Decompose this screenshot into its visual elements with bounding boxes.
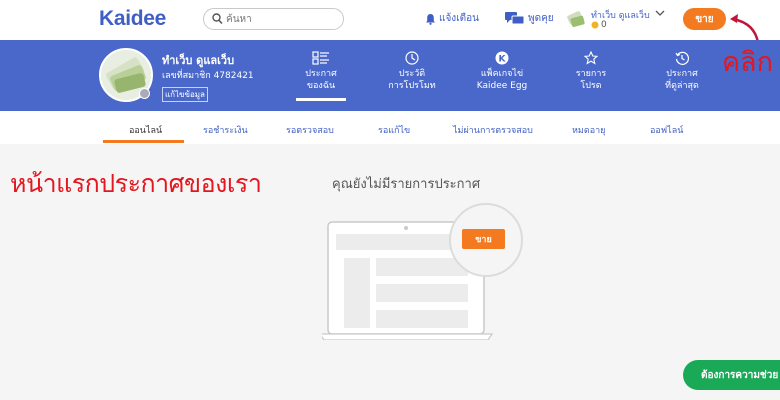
edit-profile-button[interactable]: แก้ไขข้อมูล xyxy=(162,87,208,102)
empty-listings-message: คุณยังไม่มีรายการประกาศ xyxy=(332,177,481,192)
tab-recently-viewed[interactable]: ประกาศ ที่ดูล่าสุด xyxy=(656,51,708,92)
egg-icon: K xyxy=(495,51,509,65)
coin-icon xyxy=(591,21,599,29)
tab-kaidee-egg[interactable]: K แพ็คเกจไข่ Kaidee Egg xyxy=(472,51,532,92)
chat-link[interactable]: พูดคุย xyxy=(505,11,554,26)
star-icon xyxy=(584,51,598,65)
search-input[interactable] xyxy=(226,11,336,27)
search-icon xyxy=(212,13,223,25)
member-id: เลขที่สมาชิก 4782421 xyxy=(162,71,254,81)
help-button[interactable]: ต้องการความช่วย xyxy=(683,360,780,390)
active-tab-indicator xyxy=(103,140,184,143)
coin-count: 0 xyxy=(601,20,607,30)
avatar-camera-icon[interactable] xyxy=(139,88,150,99)
tab-label-line2: ของฉัน xyxy=(306,81,336,91)
promote-history-icon xyxy=(405,51,419,65)
profile-name: ทำเว็บ ดูแลเว็บ xyxy=(162,54,235,67)
tab-label-line2: ที่ดูล่าสุด xyxy=(665,81,699,91)
chevron-down-icon xyxy=(655,10,665,16)
listing-status-tabs: ออนไลน์ รอชำระเงิน รอตรวจสอบ รอแก้ไข ไม่… xyxy=(0,111,780,144)
subtab-offline[interactable]: ออฟไลน์ xyxy=(650,123,683,137)
user-avatar-small xyxy=(567,11,585,27)
history-icon xyxy=(675,51,689,65)
profile-banner: ทำเว็บ ดูแลเว็บ เลขที่สมาชิก 4782421 แก้… xyxy=(0,40,780,111)
tab-label-line2: โปรด xyxy=(580,81,602,91)
subtab-pending-review[interactable]: รอตรวจสอบ xyxy=(286,123,334,137)
subtab-expired[interactable]: หมดอายุ xyxy=(572,123,605,137)
top-navbar: Kaidee แจ้งเตือน พูดคุย ทำเว็บ ดูแลเว็บ xyxy=(0,0,780,40)
subtab-awaiting-edit[interactable]: รอแก้ไข xyxy=(378,123,410,137)
coin-balance: 0 xyxy=(591,20,607,30)
tab-label-line2: การโปรโมท xyxy=(388,81,436,91)
tab-label-line1: ประวัติ xyxy=(398,69,426,79)
subtab-online[interactable]: ออนไลน์ xyxy=(129,123,162,137)
subtab-rejected[interactable]: ไม่ผ่านการตรวจสอบ xyxy=(453,123,533,137)
tab-promote-history[interactable]: ประวัติ การโปรโมท xyxy=(382,51,442,92)
tab-label-line1: ประกาศ xyxy=(305,69,337,79)
chat-icon xyxy=(505,12,525,25)
notify-link[interactable]: แจ้งเตือน xyxy=(425,11,479,26)
tab-label-line1: ประกาศ xyxy=(666,69,698,79)
search-box[interactable] xyxy=(203,8,344,30)
subtab-awaiting-payment[interactable]: รอชำระเงิน xyxy=(203,123,248,137)
tab-my-listings[interactable]: ประกาศ ของฉัน xyxy=(296,51,346,101)
tab-label-line1: รายการ xyxy=(575,69,607,79)
tab-label-line2: Kaidee Egg xyxy=(476,81,528,91)
kaidee-logo[interactable]: Kaidee xyxy=(99,7,166,31)
list-icon xyxy=(312,51,329,65)
svg-text:K: K xyxy=(499,55,507,65)
notify-label: แจ้งเตือน xyxy=(439,13,479,24)
annotation-heading: หน้าแรกประกาศของเรา xyxy=(10,169,262,198)
sell-button-illustration[interactable]: ขาย xyxy=(462,229,505,249)
chat-label: พูดคุย xyxy=(528,13,554,24)
bell-icon xyxy=(426,13,435,25)
tab-favorites[interactable]: รายการ โปรด xyxy=(568,51,614,92)
tab-label-line1: แพ็คเกจไข่ xyxy=(480,69,524,79)
annotation-click-text: คลิก xyxy=(722,47,773,78)
laptop-illustration xyxy=(322,203,523,340)
